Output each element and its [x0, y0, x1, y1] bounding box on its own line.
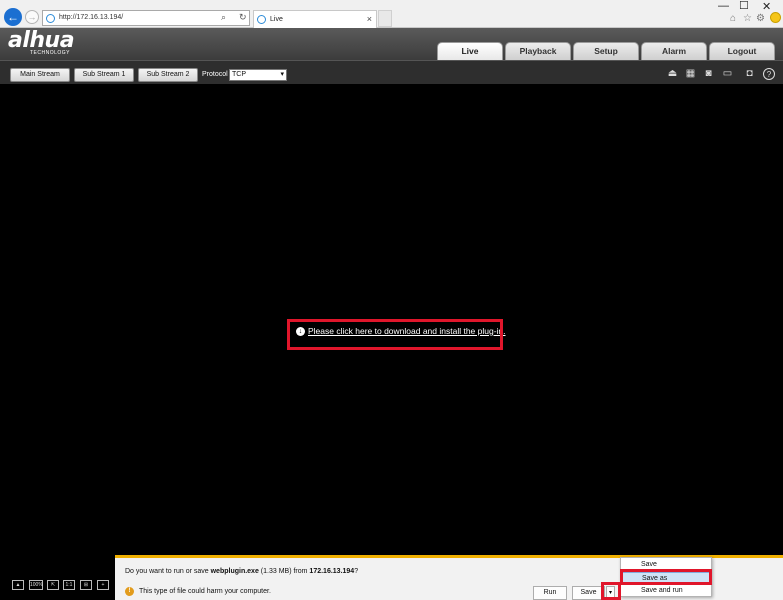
home-icon[interactable]: ⌂: [730, 13, 736, 24]
browser-tab-live[interactable]: Live ×: [253, 10, 377, 28]
forward-button[interactable]: →: [25, 10, 39, 24]
protocol-label: Protocol: [202, 71, 228, 78]
warning-text: This type of file could harm your comput…: [139, 588, 271, 595]
url-text: http://172.16.13.194/: [59, 14, 124, 21]
tab-alarm[interactable]: Alarm: [641, 42, 707, 60]
dropdown-highlight: [601, 582, 621, 600]
address-bar[interactable]: http://172.16.13.194/ ⌕ ↻: [42, 10, 250, 26]
main-stream-button[interactable]: Main Stream: [10, 68, 70, 82]
prompt-prefix: Do you want to run or save: [125, 568, 211, 575]
eject-icon[interactable]: ⏏: [666, 68, 679, 79]
app-header: alhua TECHNOLOGY Live Playback Setup Ala…: [0, 28, 783, 60]
fit-icon[interactable]: ⇱: [47, 580, 59, 590]
search-icon[interactable]: ⌕: [221, 12, 226, 23]
feedback-smiley-icon[interactable]: [770, 12, 781, 23]
download-host: 172.16.13.194: [309, 568, 355, 575]
ie-icon: [46, 14, 55, 23]
zoom-region-icon[interactable]: ▦: [684, 68, 697, 79]
chevron-down-icon: ▾: [280, 71, 284, 78]
minimize-icon[interactable]: —: [718, 0, 729, 12]
run-button[interactable]: Run: [533, 586, 567, 600]
snapshot-icon[interactable]: ◙: [702, 68, 715, 79]
back-arrow-icon: ←: [7, 10, 19, 24]
plugin-link-highlight: [287, 319, 503, 350]
screen: ← → http://172.16.13.194/ ⌕ ↻ Live × — ☐…: [0, 0, 783, 600]
logo-subtitle: TECHNOLOGY: [30, 50, 71, 56]
gear-icon[interactable]: ⚙: [756, 13, 765, 24]
window-close-icon[interactable]: ✕: [762, 0, 771, 13]
new-tab-button[interactable]: [378, 10, 392, 27]
record-camera-icon[interactable]: ◘: [743, 68, 756, 79]
tab-close-icon[interactable]: ×: [367, 14, 372, 24]
prompt-suffix: ?: [354, 568, 359, 575]
forward-arrow-icon: →: [27, 12, 37, 22]
protocol-value: TCP: [232, 71, 246, 78]
help-icon[interactable]: ?: [763, 68, 775, 80]
download-prompt: Do you want to run or save webplugin.exe…: [125, 568, 358, 575]
favorites-star-icon[interactable]: ☆: [743, 13, 752, 24]
fullscreen-icon[interactable]: ▭: [721, 68, 734, 79]
tab-playback[interactable]: Playback: [505, 42, 571, 60]
tab-title: Live: [270, 16, 283, 23]
browser-toolbar: ← → http://172.16.13.194/ ⌕ ↻ Live × — ☐…: [0, 0, 783, 28]
sub-stream-2-button[interactable]: Sub Stream 2: [138, 68, 198, 82]
ie-tab-icon: [257, 15, 266, 24]
sub-stream-1-button[interactable]: Sub Stream 1: [74, 68, 134, 82]
tab-logout[interactable]: Logout: [709, 42, 775, 60]
zoom-100-button[interactable]: 100%: [29, 580, 43, 590]
save-as-highlight: [620, 569, 712, 585]
menu-item-save-and-run[interactable]: Save and run: [622, 585, 710, 597]
refresh-icon[interactable]: ↻: [239, 12, 247, 23]
tab-setup[interactable]: Setup: [573, 42, 639, 60]
ptz-icon[interactable]: +: [97, 580, 109, 590]
protocol-select[interactable]: TCP ▾: [229, 69, 287, 81]
shield-warning-icon: !: [125, 587, 134, 596]
maximize-icon[interactable]: ☐: [739, 0, 749, 12]
tab-live[interactable]: Live: [437, 42, 503, 60]
original-size-icon[interactable]: 1:1: [63, 580, 75, 590]
back-button[interactable]: ←: [4, 8, 22, 26]
grid-icon[interactable]: ⊞: [80, 580, 92, 590]
speaker-icon[interactable]: ▲: [12, 580, 24, 590]
file-name: webplugin.exe: [210, 568, 259, 575]
file-size: (1.33 MB) from: [258, 568, 310, 575]
